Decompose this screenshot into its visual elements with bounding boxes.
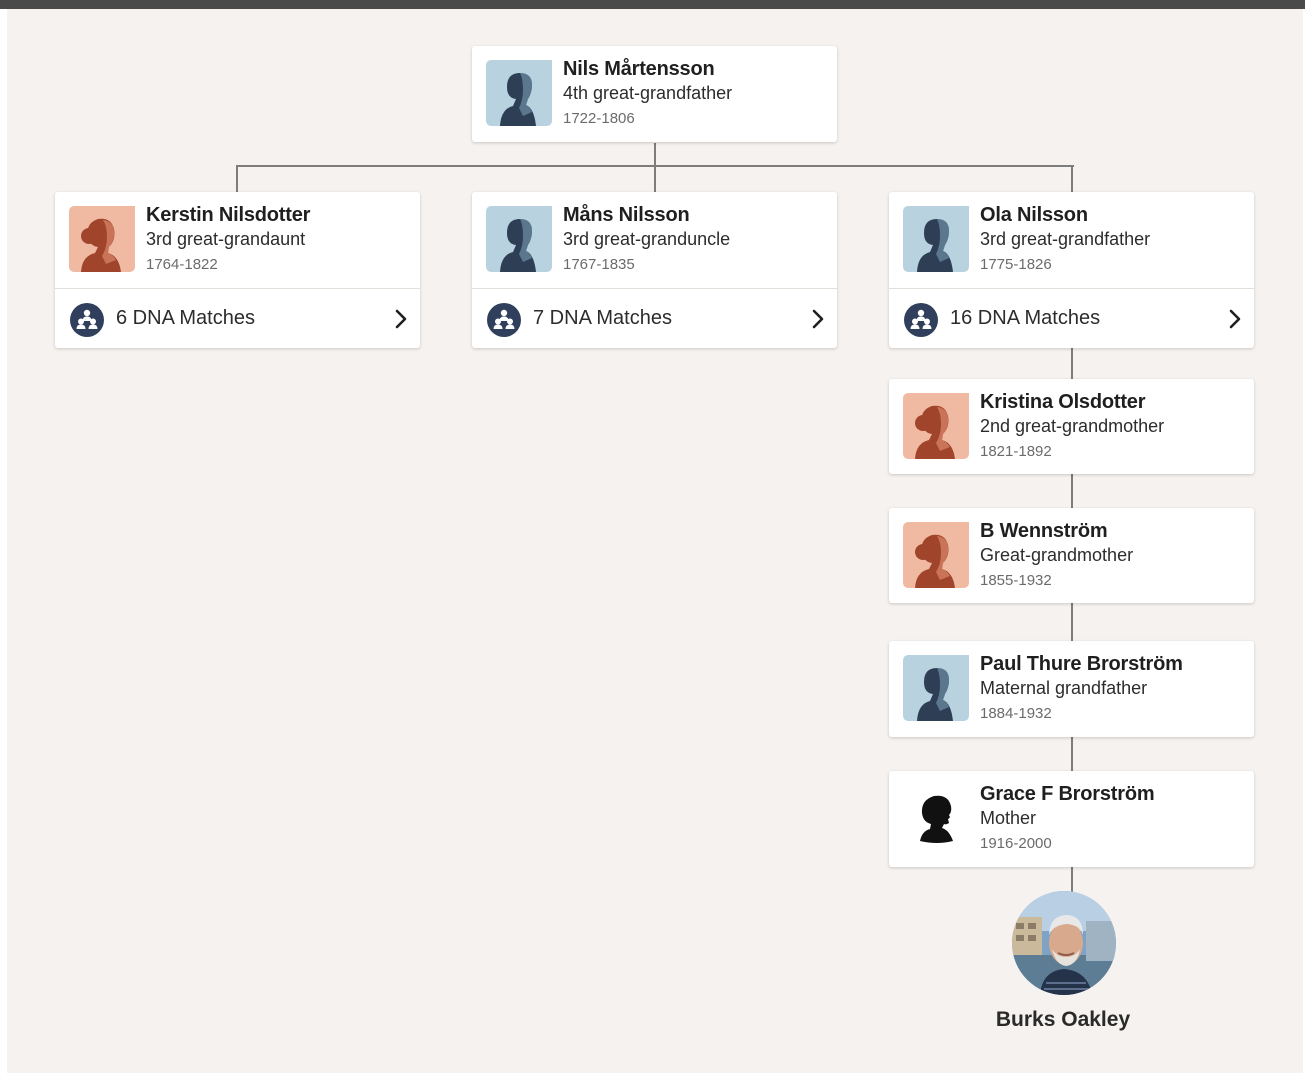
user-photo-image xyxy=(1012,891,1116,995)
chevron-right-icon xyxy=(812,309,824,329)
person-name: Kerstin Nilsdotter xyxy=(146,204,311,226)
user-name: Burks Oakley xyxy=(995,1008,1131,1031)
dna-matches-button[interactable]: 7 DNA Matches xyxy=(472,288,837,349)
person-relationship: Maternal grandfather xyxy=(980,678,1148,698)
dna-matches-icon xyxy=(70,303,104,337)
male-avatar-icon xyxy=(486,206,552,272)
person-info[interactable]: Nils Mårtensson 4th great-grandfather 17… xyxy=(472,46,837,142)
connector-line xyxy=(1071,867,1073,893)
person-info[interactable]: Måns Nilsson 3rd great-granduncle 1767-1… xyxy=(472,192,837,288)
person-relationship: 2nd great-grandmother xyxy=(980,416,1165,436)
person-dates: 1764-1822 xyxy=(146,256,218,273)
dna-matches-label: 7 DNA Matches xyxy=(533,307,672,329)
male-avatar-icon xyxy=(903,655,969,721)
person-name: Nils Mårtensson xyxy=(563,58,715,80)
person-card-grace-f-brorstrom[interactable]: Grace F Brorström Mother 1916-2000 xyxy=(889,771,1254,867)
dna-matches-button[interactable]: 16 DNA Matches xyxy=(889,288,1254,349)
dna-matches-button[interactable]: 6 DNA Matches xyxy=(55,288,420,349)
person-info[interactable]: Kerstin Nilsdotter 3rd great-grandaunt 1… xyxy=(55,192,420,288)
person-info[interactable]: Ola Nilsson 3rd great-grandfather 1775-1… xyxy=(889,192,1254,288)
dna-matches-icon xyxy=(487,303,521,337)
connector-line xyxy=(1071,474,1073,508)
connector-line xyxy=(1071,348,1073,379)
user-photo[interactable] xyxy=(1012,891,1116,995)
connector-line xyxy=(1071,737,1073,771)
person-name: Ola Nilsson xyxy=(980,204,1088,226)
person-card-nils-martensson[interactable]: Nils Mårtensson 4th great-grandfather 17… xyxy=(472,46,837,142)
female-avatar-icon xyxy=(903,522,969,588)
person-dates: 1855-1932 xyxy=(980,572,1052,589)
person-info[interactable]: Kristina Olsdotter 2nd great-grandmother… xyxy=(889,379,1254,475)
dna-matches-icon xyxy=(904,303,938,337)
person-info[interactable]: B Wennström Great-grandmother 1855-1932 xyxy=(889,508,1254,604)
person-relationship: Great-grandmother xyxy=(980,545,1134,565)
connector-line xyxy=(1071,165,1073,192)
connector-line xyxy=(654,165,656,192)
person-name: Grace F Brorström xyxy=(980,783,1155,805)
person-relationship: Mother xyxy=(980,808,1037,828)
person-dates: 1767-1835 xyxy=(563,256,635,273)
dna-matches-label: 16 DNA Matches xyxy=(950,307,1101,329)
person-relationship: 3rd great-granduncle xyxy=(563,229,731,249)
connector-line xyxy=(654,143,656,166)
male-avatar-icon xyxy=(903,206,969,272)
person-name: Måns Nilsson xyxy=(563,204,690,226)
person-name: Paul Thure Brorström xyxy=(980,653,1183,675)
person-relationship: 3rd great-grandfather xyxy=(980,229,1151,249)
female-avatar-icon xyxy=(903,393,969,459)
person-dates: 1884-1932 xyxy=(980,705,1052,722)
person-card-kristina-olsdotter[interactable]: Kristina Olsdotter 2nd great-grandmother… xyxy=(889,379,1254,474)
person-card-paul-thure-brorstrom[interactable]: Paul Thure Brorström Maternal grandfathe… xyxy=(889,641,1254,737)
person-dates: 1722-1806 xyxy=(563,110,635,127)
connector-line xyxy=(1071,603,1073,641)
person-dates: 1821-1892 xyxy=(980,443,1052,460)
person-card-kerstin-nilsdotter: Kerstin Nilsdotter 3rd great-grandaunt 1… xyxy=(55,192,420,348)
chevron-right-icon xyxy=(395,309,407,329)
person-relationship: 3rd great-grandaunt xyxy=(146,229,306,249)
silhouette-avatar-icon xyxy=(903,785,969,851)
person-card-ola-nilsson: Ola Nilsson 3rd great-grandfather 1775-1… xyxy=(889,192,1254,348)
person-name: B Wennström xyxy=(980,520,1108,542)
connector-line xyxy=(236,165,238,192)
dna-matches-label: 6 DNA Matches xyxy=(116,307,255,329)
male-avatar-icon xyxy=(486,60,552,126)
person-card-b-wennstrom[interactable]: B Wennström Great-grandmother 1855-1932 xyxy=(889,508,1254,603)
person-dates: 1916-2000 xyxy=(980,835,1052,852)
top-bar xyxy=(0,0,1305,9)
female-avatar-icon xyxy=(69,206,135,272)
person-card-mans-nilsson: Måns Nilsson 3rd great-granduncle 1767-1… xyxy=(472,192,837,348)
person-dates: 1775-1826 xyxy=(980,256,1052,273)
chevron-right-icon xyxy=(1229,309,1241,329)
person-relationship: 4th great-grandfather xyxy=(563,83,733,103)
person-info[interactable]: Grace F Brorström Mother 1916-2000 xyxy=(889,771,1254,867)
person-info[interactable]: Paul Thure Brorström Maternal grandfathe… xyxy=(889,641,1254,737)
person-name: Kristina Olsdotter xyxy=(980,391,1146,413)
